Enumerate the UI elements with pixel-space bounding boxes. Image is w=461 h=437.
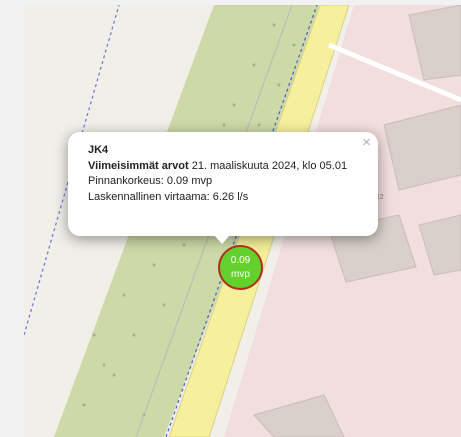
latest-values-label: Viimeisimmät arvot <box>88 159 189 172</box>
map-view[interactable]: 12 × JK4 Viimeisimmät arvot 21. maalisku… <box>24 5 461 437</box>
station-marker[interactable]: 0.09 mvp <box>218 245 263 290</box>
flow-text: Laskennallinen virtaama: 6.26 l/s <box>88 190 249 203</box>
water-level-text: Pinnankorkeus: 0.09 mvp <box>88 175 213 187</box>
latest-values-date: 21. maaliskuuta 2024, klo 05.01 <box>191 159 348 172</box>
station-name: JK4 <box>88 144 109 156</box>
close-icon[interactable]: × <box>362 135 371 150</box>
popup-tip <box>214 235 230 244</box>
latest-values-line: Viimeisimmät arvot 21. maaliskuuta 2024,… <box>88 159 366 175</box>
marker-value: 0.09 <box>230 254 251 266</box>
measurement-popup: × JK4 Viimeisimmät arvot 21. maaliskuuta… <box>68 132 378 244</box>
marker-unit: mvp <box>231 268 250 280</box>
